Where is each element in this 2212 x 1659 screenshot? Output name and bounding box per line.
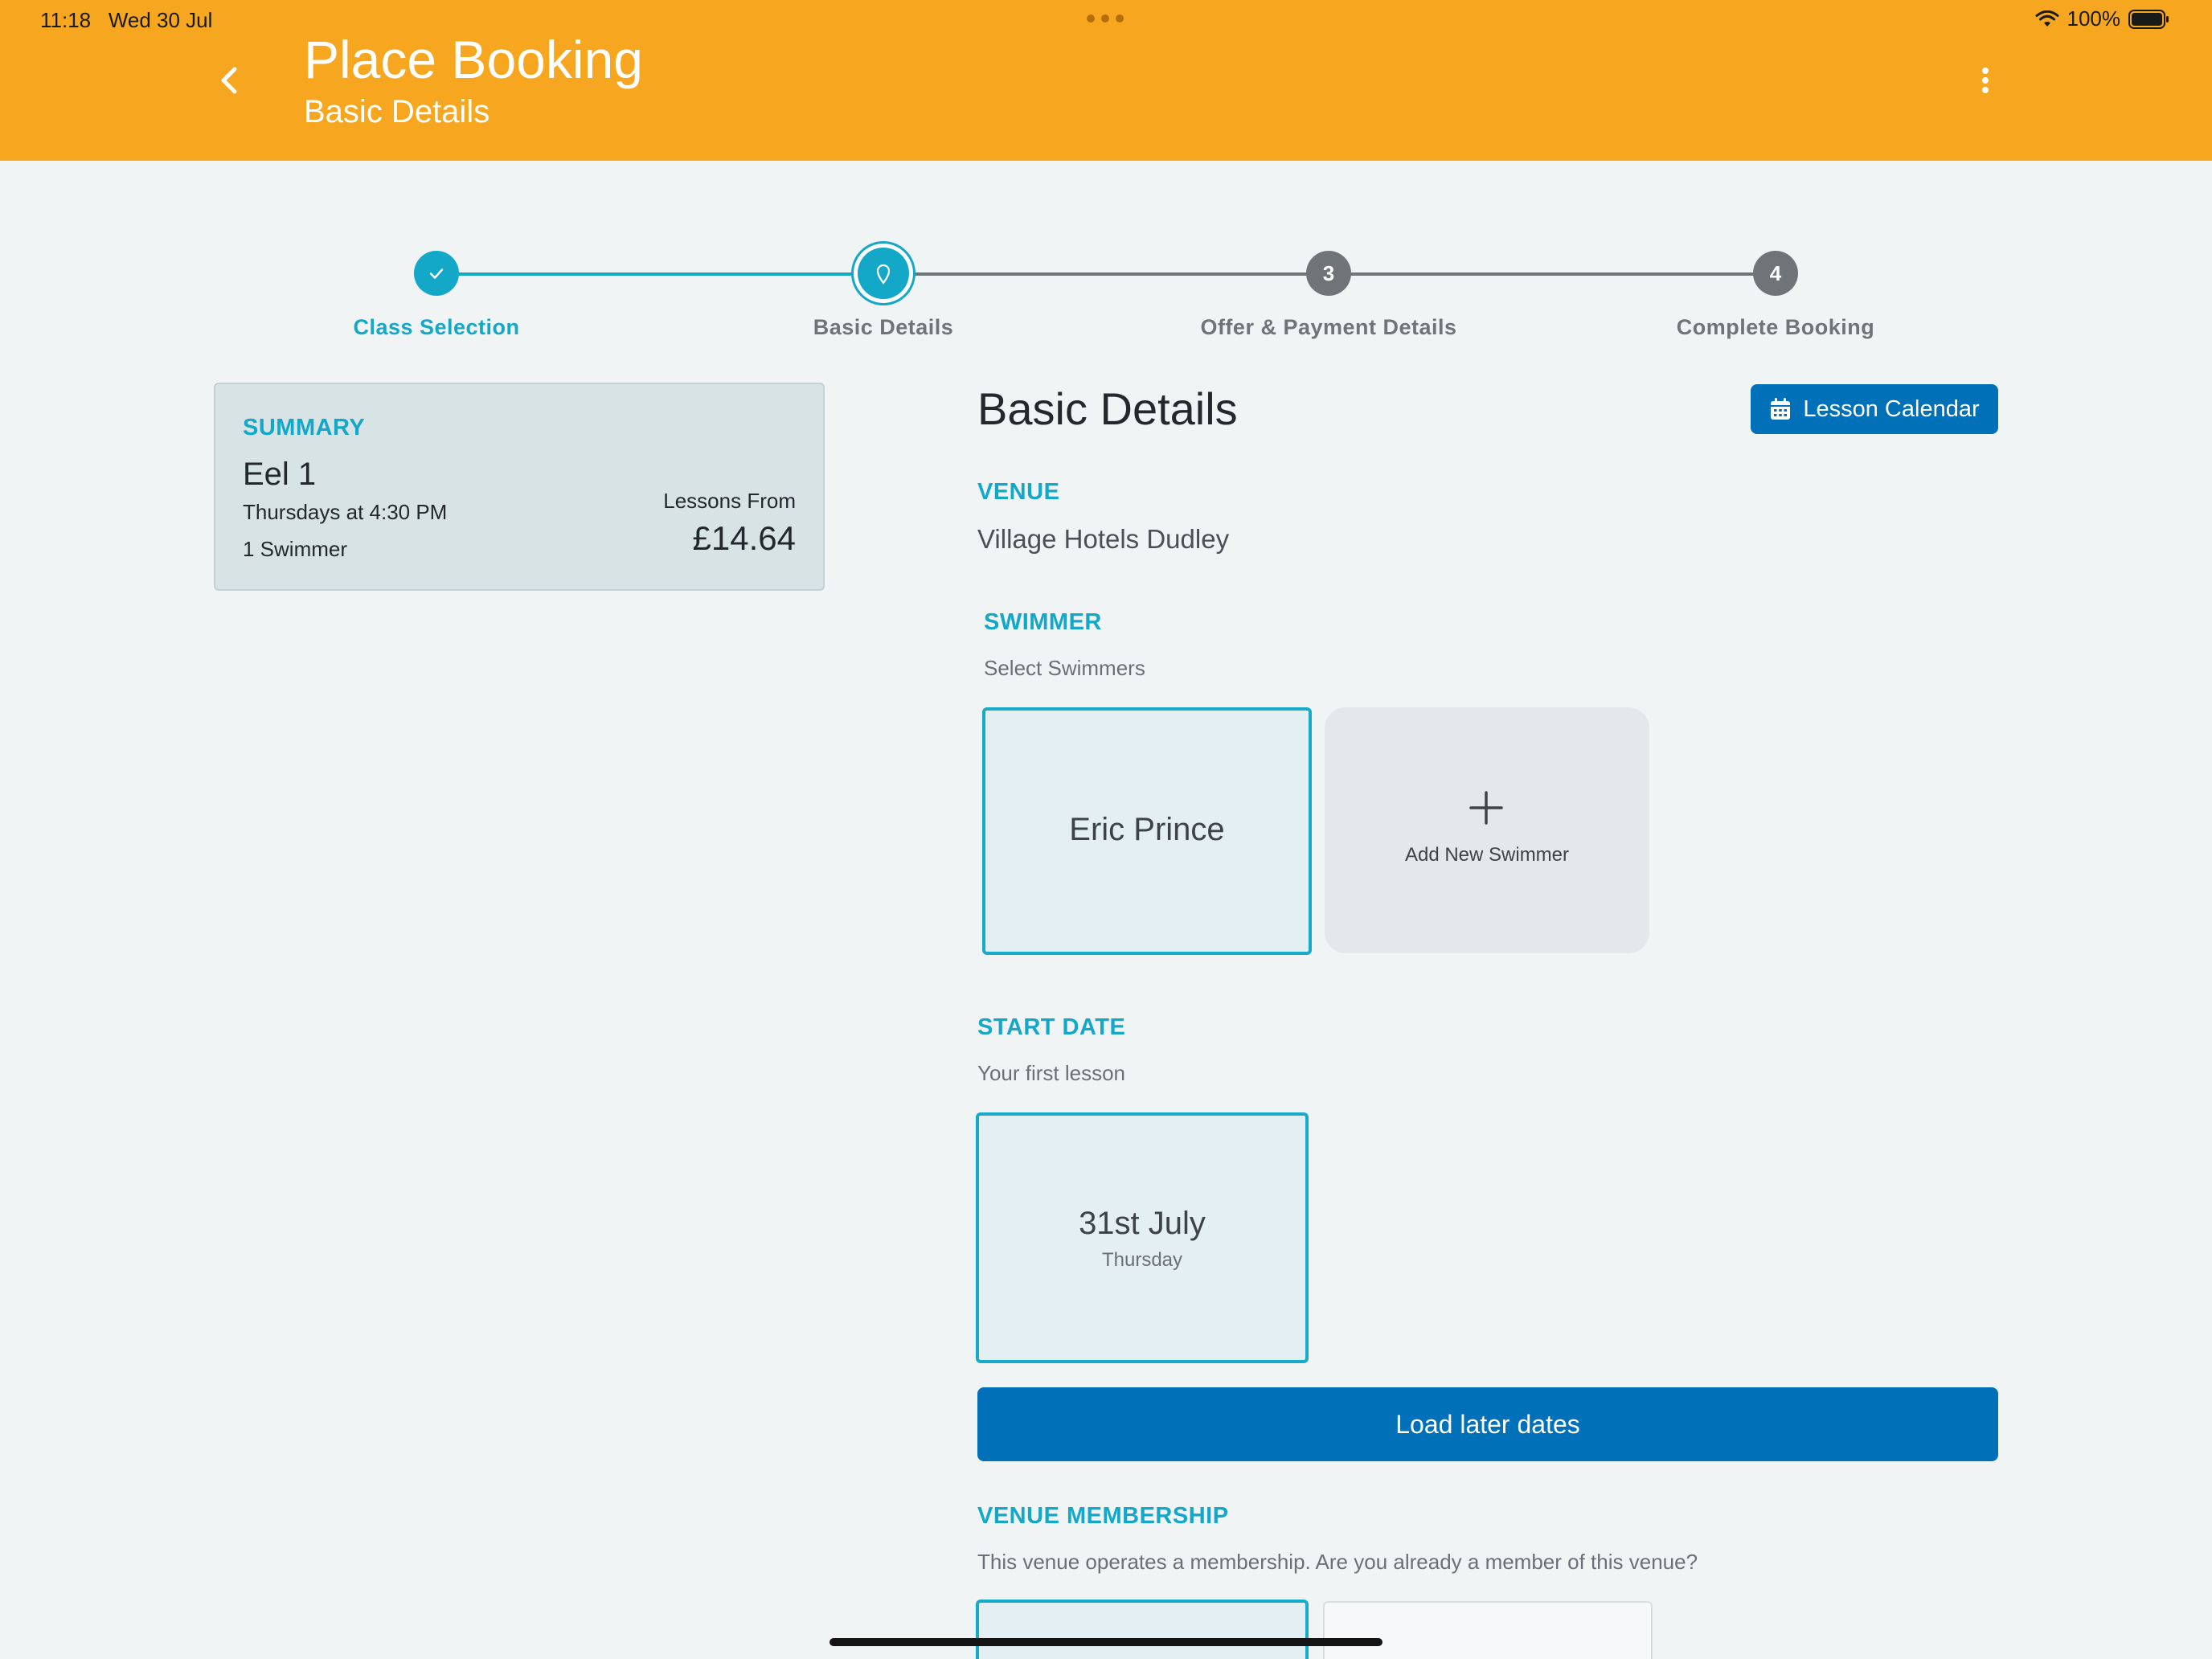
booking-stepper: 3 4 Class Selection Basic Details Offer … (0, 0, 2212, 354)
lesson-calendar-button[interactable]: Lesson Calendar (1751, 384, 1998, 434)
summary-swimmer-count: 1 Swimmer (243, 537, 348, 561)
step-2-node[interactable] (858, 248, 909, 299)
summary-price: £14.64 (692, 519, 796, 557)
swimmer-hint: Select Swimmers (984, 656, 1145, 680)
venue-label: VENUE (977, 479, 1060, 505)
membership-option-no[interactable] (1323, 1601, 1653, 1659)
summary-price-label: Lessons From (663, 489, 796, 513)
plus-icon (1469, 791, 1503, 825)
start-date-value: 31st July (1079, 1206, 1206, 1241)
step-3-number: 3 (1322, 260, 1335, 285)
step-1-node[interactable] (414, 251, 459, 296)
venue-membership-label: VENUE MEMBERSHIP (977, 1503, 1229, 1529)
step-connector (1329, 272, 1776, 276)
calendar-icon (1771, 398, 1791, 420)
summary-heading: SUMMARY (243, 415, 366, 440)
step-4-node[interactable]: 4 (1753, 251, 1798, 296)
membership-option-yes[interactable] (976, 1600, 1309, 1659)
step-4-number: 4 (1769, 260, 1782, 285)
start-date-card[interactable]: 31st July Thursday (976, 1112, 1309, 1363)
venue-name: Village Hotels Dudley (977, 524, 1230, 554)
step-4-label[interactable]: Complete Booking (1575, 315, 1976, 340)
check-icon (429, 268, 444, 279)
pin-icon (876, 264, 891, 285)
home-indicator[interactable] (830, 1638, 1382, 1646)
step-1-label[interactable]: Class Selection (236, 315, 637, 340)
summary-schedule: Thursdays at 4:30 PM (243, 500, 448, 524)
add-swimmer-card[interactable]: Add New Swimmer (1325, 707, 1649, 953)
booking-screen: 11:18 Wed 30 Jul 100% Place Booking Basi… (0, 0, 2212, 1659)
load-later-dates-button[interactable]: Load later dates (977, 1387, 1998, 1461)
swimmer-name: Eric Prince (1069, 812, 1225, 847)
start-date-label: START DATE (977, 1014, 1126, 1040)
venue-membership-question: This venue operates a membership. Are yo… (977, 1550, 1698, 1574)
section-title: Basic Details (977, 383, 1238, 434)
summary-class-name: Eel 1 (243, 457, 317, 492)
load-later-dates-label: Load later dates (1395, 1409, 1580, 1439)
step-connector (883, 272, 1329, 276)
step-3-node[interactable]: 3 (1306, 251, 1351, 296)
start-date-hint: Your first lesson (977, 1061, 1126, 1085)
add-swimmer-label: Add New Swimmer (1404, 844, 1570, 866)
step-connector-completed (436, 272, 883, 276)
start-date-weekday: Thursday (1101, 1249, 1183, 1271)
lesson-calendar-label: Lesson Calendar (1803, 395, 1980, 422)
swimmer-label: SWIMMER (984, 609, 1102, 635)
step-2-label[interactable]: Basic Details (682, 315, 1084, 340)
swimmer-card-selected[interactable]: Eric Prince (982, 707, 1312, 955)
summary-card: SUMMARY Eel 1 Thursdays at 4:30 PM 1 Swi… (214, 383, 825, 591)
step-3-label[interactable]: Offer & Payment Details (1128, 315, 1530, 340)
